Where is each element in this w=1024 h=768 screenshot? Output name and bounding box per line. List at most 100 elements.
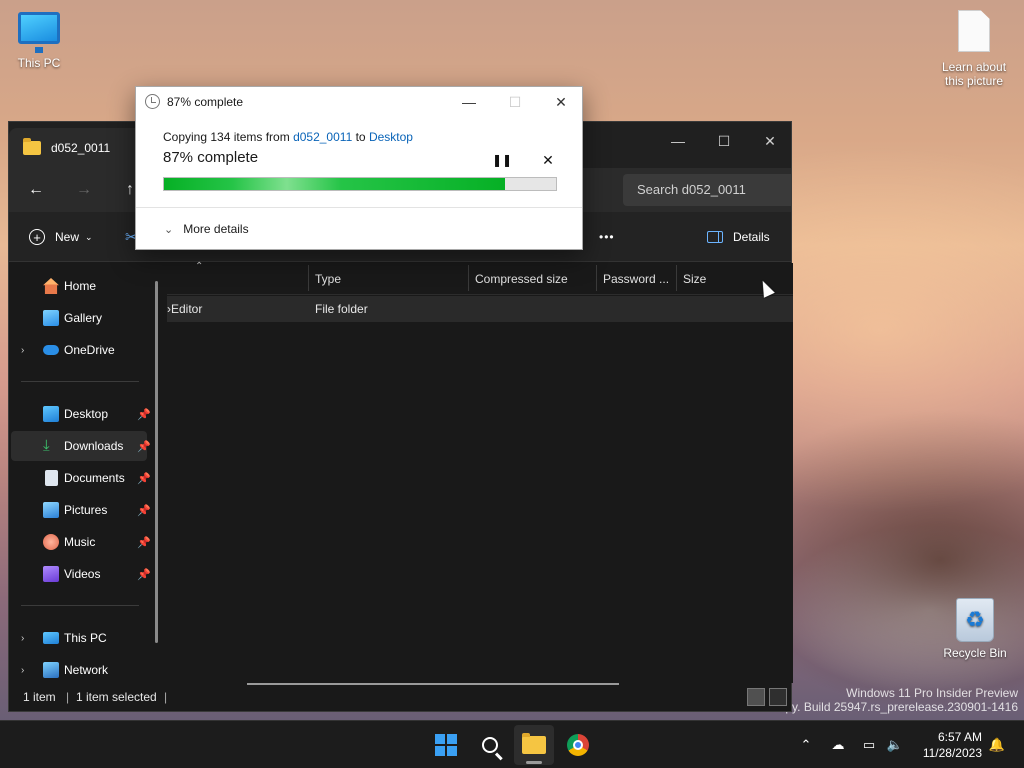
column-header-type[interactable]: Type	[308, 263, 341, 295]
pin-icon[interactable]: 📌	[137, 472, 151, 485]
chevron-right-icon[interactable]: ›	[21, 345, 24, 356]
sidebar-item-music[interactable]: Music 📌	[11, 527, 151, 557]
divider	[21, 381, 139, 382]
source-link[interactable]: d052_0011	[293, 130, 352, 144]
dialog-minimize-button[interactable]: —	[446, 87, 492, 117]
home-icon	[43, 278, 59, 294]
sidebar-item-onedrive[interactable]: › OneDrive	[11, 335, 147, 365]
sidebar-item-label: Gallery	[64, 311, 103, 325]
close-button[interactable]: ✕	[747, 126, 793, 156]
watermark-line-2: opy. Build 25947.rs_prerelease.230901-14…	[778, 700, 1018, 714]
dialog-title: 87% complete	[167, 95, 244, 109]
desktop-icon-this-pc[interactable]: This PC	[1, 12, 77, 70]
sidebar-item-gallery[interactable]: Gallery	[11, 303, 147, 333]
sidebar-item-network[interactable]: › Network	[11, 655, 147, 685]
chrome-taskbar-button[interactable]	[558, 725, 598, 765]
item-count: 1 item	[23, 690, 56, 704]
sidebar-item-label: Downloads	[64, 439, 124, 453]
table-row[interactable]: ›Editor File folder	[167, 296, 793, 322]
divider	[21, 605, 139, 606]
windows-watermark: Windows 11 Pro Insider Preview opy. Buil…	[779, 686, 1018, 714]
chevron-right-icon[interactable]: ›	[21, 633, 24, 644]
divider	[136, 207, 582, 208]
desktop-icon-recycle-bin[interactable]: ♻ Recycle Bin	[937, 598, 1013, 660]
display-icon[interactable]: ▭	[858, 721, 880, 768]
cancel-copy-button[interactable]: ✕	[537, 151, 559, 169]
sidebar-item-videos[interactable]: Videos 📌	[11, 559, 151, 589]
dialog-maximize-button: ☐	[508, 93, 522, 110]
column-header-size[interactable]: Size	[676, 263, 706, 295]
pin-icon[interactable]: 📌	[137, 536, 151, 549]
sidebar-item-downloads[interactable]: ⤓ Downloads 📌	[11, 431, 151, 461]
pin-icon[interactable]: 📌	[137, 504, 151, 517]
more-options-button[interactable]: •••	[599, 212, 615, 262]
more-details-button[interactable]: ⌄ More details	[164, 222, 249, 236]
start-button[interactable]	[426, 725, 466, 765]
pictures-icon	[43, 502, 59, 518]
clock-time: 6:57 AM	[937, 730, 982, 744]
chevron-down-icon: ⌄	[164, 223, 174, 236]
maximize-button[interactable]: ☐	[701, 126, 747, 156]
system-clock[interactable]: 6:57 AM 11/28/2023	[923, 729, 982, 761]
sidebar-item-pictures[interactable]: Pictures 📌	[11, 495, 151, 525]
details-pane-icon	[707, 231, 723, 243]
sidebar-item-label: Documents	[64, 471, 125, 485]
tiles-view-button[interactable]	[769, 688, 787, 706]
forward-button[interactable]: →	[69, 178, 99, 202]
pause-button[interactable]: ❚❚	[491, 151, 513, 169]
sidebar-item-label: Home	[64, 279, 97, 293]
gallery-icon	[43, 310, 59, 326]
copy-progress-dialog: 87% complete — ☐ ✕ Copying 134 items fro…	[135, 86, 583, 250]
back-button[interactable]: ←	[21, 178, 51, 202]
column-header-compressed-size[interactable]: Compressed size	[468, 263, 568, 295]
status-bar: 1 item | 1 item selected |	[9, 683, 791, 711]
sidebar-item-this-pc[interactable]: › This PC	[11, 623, 147, 653]
new-button[interactable]: + New ⌄	[29, 212, 93, 262]
clock-icon	[145, 94, 160, 109]
chevron-down-icon: ⌄	[85, 231, 93, 242]
search-input[interactable]: Search d052_0011	[623, 174, 791, 206]
sidebar-item-label: This PC	[64, 631, 107, 645]
show-hidden-icons-button[interactable]: ⌃	[796, 721, 816, 768]
progress-bar	[163, 177, 557, 191]
tab-title: d052_0011	[51, 141, 111, 155]
copy-prefix: Copying 134 items from	[163, 130, 294, 144]
windows-logo-icon	[435, 734, 457, 756]
details-label: Details	[733, 230, 770, 244]
destination-link[interactable]: Desktop	[369, 130, 413, 144]
dialog-close-button[interactable]: ✕	[538, 87, 584, 117]
minimize-button[interactable]: —	[655, 126, 701, 156]
new-label: New	[55, 230, 80, 244]
pin-icon[interactable]: 📌	[137, 568, 151, 581]
more-icon: •••	[599, 230, 615, 244]
sidebar-item-home[interactable]: Home	[11, 271, 147, 301]
cell-name: ›Editor	[167, 302, 203, 316]
folder-icon	[522, 733, 546, 754]
status-divider: |	[164, 690, 168, 704]
search-button[interactable]	[470, 725, 510, 765]
details-view-button[interactable]	[747, 688, 765, 706]
status-divider: |	[66, 690, 70, 704]
copy-description: Copying 134 items from d052_0011 to Desk…	[163, 130, 413, 144]
sidebar-item-desktop[interactable]: Desktop 📌	[11, 399, 151, 429]
videos-icon	[43, 566, 59, 582]
column-header-password[interactable]: Password ...	[596, 263, 669, 295]
pin-icon[interactable]: 📌	[137, 440, 151, 453]
chevron-right-icon[interactable]: ›	[21, 665, 24, 676]
sidebar-item-label: Pictures	[64, 503, 108, 517]
notification-bell-icon[interactable]: 🔔	[986, 721, 1008, 768]
details-pane-button[interactable]: Details	[707, 212, 770, 262]
sidebar-item-documents[interactable]: Documents 📌	[11, 463, 151, 493]
file-list: ⌃ Type Compressed size Password ... Size…	[167, 261, 793, 685]
folder-icon	[23, 138, 41, 155]
plus-icon: +	[29, 229, 45, 245]
monitor-icon	[43, 632, 59, 644]
search-icon	[482, 737, 498, 753]
desktop-icon-learn-about-picture[interactable]: Learn about this picture	[936, 10, 1012, 88]
network-offline-icon[interactable]: ☁	[826, 721, 850, 768]
file-explorer-taskbar-button[interactable]	[514, 725, 554, 765]
pin-icon[interactable]: 📌	[137, 408, 151, 421]
desktop-icon-label: Recycle Bin	[943, 646, 1007, 660]
sidebar-scrollbar[interactable]	[155, 281, 158, 643]
volume-muted-icon[interactable]: 🔈	[884, 721, 906, 768]
